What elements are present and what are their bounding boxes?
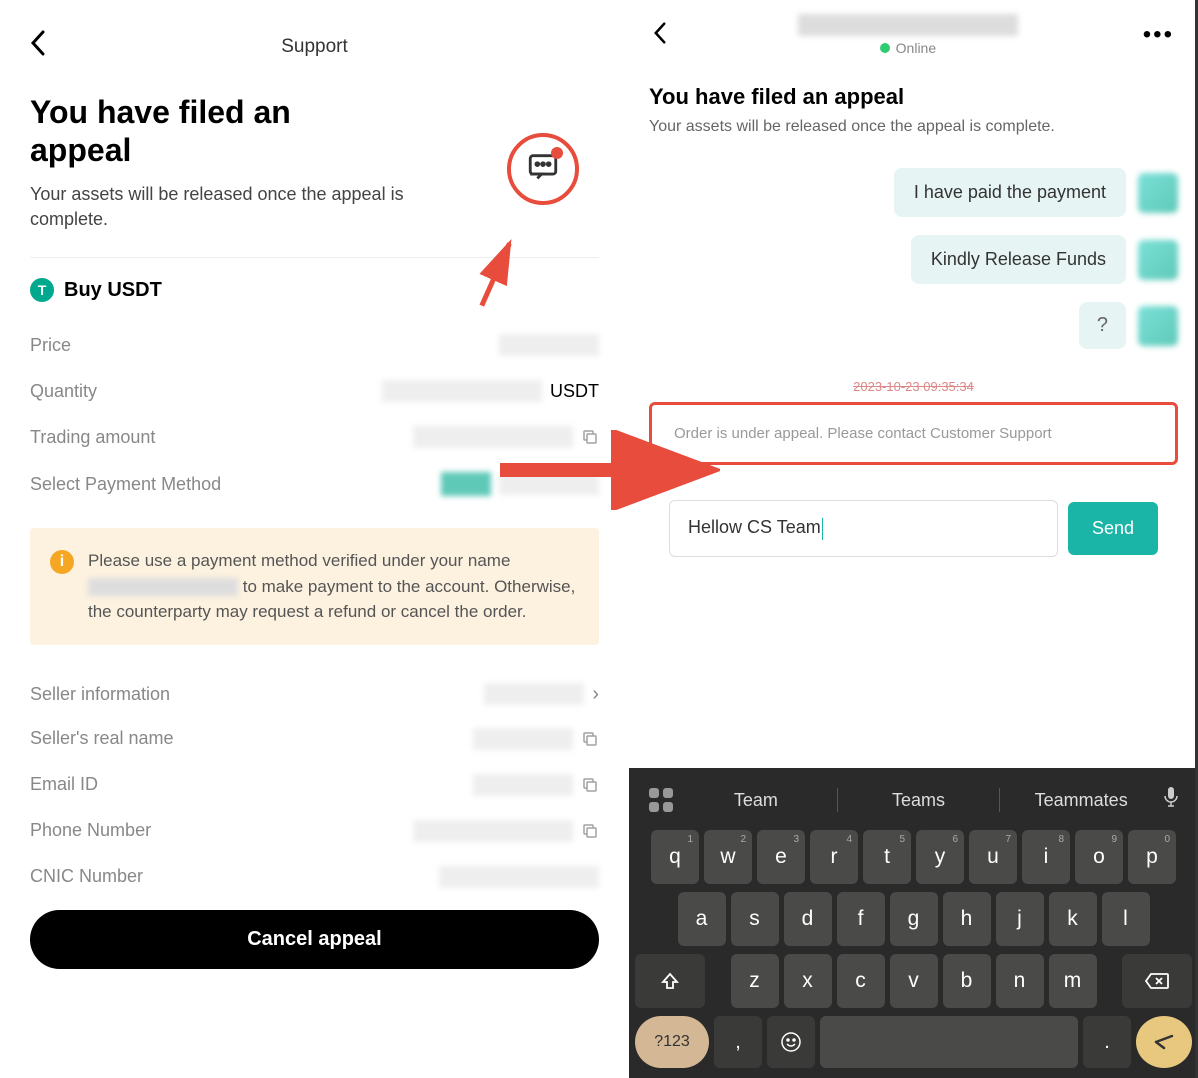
system-message-highlight: Order is under appeal. Please contact Cu… <box>649 402 1178 465</box>
keyboard-grid-icon[interactable] <box>647 786 675 814</box>
chat-back-button[interactable] <box>653 19 673 51</box>
emoji-key[interactable] <box>767 1016 815 1068</box>
payment-notice: i Please use a payment method verified u… <box>30 528 599 645</box>
key-d[interactable]: d <box>784 892 832 946</box>
quantity-unit: USDT <box>550 381 599 402</box>
online-dot-icon <box>880 43 890 53</box>
key-c[interactable]: c <box>837 954 885 1008</box>
price-label: Price <box>30 335 71 356</box>
notice-text: Please use a payment method verified und… <box>88 548 579 625</box>
divider <box>837 788 838 812</box>
key-w[interactable]: w2 <box>704 830 752 884</box>
notice-name-redacted <box>88 578 238 596</box>
key-j[interactable]: j <box>996 892 1044 946</box>
key-m[interactable]: m <box>1049 954 1097 1008</box>
more-options-button[interactable]: ••• <box>1143 21 1174 49</box>
key-u[interactable]: u7 <box>969 830 1017 884</box>
enter-key[interactable] <box>1136 1016 1192 1068</box>
payment-method-redacted-1 <box>441 472 491 496</box>
key-b[interactable]: b <box>943 954 991 1008</box>
avatar-redacted <box>1138 306 1178 346</box>
notification-dot <box>551 147 563 159</box>
phone-label: Phone Number <box>30 820 151 841</box>
appeal-title: You have filed an appeal <box>30 93 380 170</box>
quantity-value-redacted <box>382 380 542 402</box>
divider <box>999 788 1000 812</box>
numeric-key[interactable]: ?123 <box>635 1016 709 1068</box>
space-key[interactable] <box>820 1016 1078 1068</box>
annotation-arrow-small <box>448 227 550 323</box>
email-label: Email ID <box>30 774 98 795</box>
copy-icon[interactable] <box>581 776 599 794</box>
chat-appeal-title: You have filed an appeal <box>649 84 1178 110</box>
period-key[interactable]: . <box>1083 1016 1131 1068</box>
key-v[interactable]: v <box>890 954 938 1008</box>
message-bubble: ? <box>1079 302 1126 349</box>
copy-icon[interactable] <box>581 822 599 840</box>
keyboard-suggestion[interactable]: Teams <box>846 790 992 811</box>
key-n[interactable]: n <box>996 954 1044 1008</box>
chat-icon-highlight-circle <box>507 133 579 205</box>
chevron-right-icon: › <box>592 683 599 706</box>
key-r[interactable]: r4 <box>810 830 858 884</box>
key-g[interactable]: g <box>890 892 938 946</box>
header-title-support[interactable]: Support <box>281 36 348 58</box>
mic-icon[interactable] <box>1162 786 1180 814</box>
shift-key[interactable] <box>635 954 705 1008</box>
trading-amount-label: Trading amount <box>30 427 155 448</box>
key-i[interactable]: i8 <box>1022 830 1070 884</box>
key-l[interactable]: l <box>1102 892 1150 946</box>
chat-appeal-subtitle: Your assets will be released once the ap… <box>649 116 1178 138</box>
key-e[interactable]: e3 <box>757 830 805 884</box>
seller-info-label: Seller information <box>30 684 170 705</box>
comma-key[interactable]: , <box>714 1016 762 1068</box>
appeal-subtitle: Your assets will be released once the ap… <box>30 182 430 232</box>
key-o[interactable]: o9 <box>1075 830 1123 884</box>
token-label: Buy USDT <box>64 279 162 302</box>
email-redacted <box>473 774 573 796</box>
key-h[interactable]: h <box>943 892 991 946</box>
cnic-redacted <box>439 866 599 888</box>
chat-contact-name-redacted <box>798 14 1018 36</box>
seller-info-redacted <box>484 683 584 705</box>
avatar-redacted <box>1138 240 1178 280</box>
send-button[interactable]: Send <box>1068 502 1158 555</box>
virtual-keyboard: Team Teams Teammates q1w2e3r4t5y6u7i8o9p… <box>629 768 1198 1078</box>
avatar-redacted <box>1138 173 1178 213</box>
keyboard-suggestion[interactable]: Team <box>683 790 829 811</box>
key-a[interactable]: a <box>678 892 726 946</box>
annotation-arrow-large <box>490 430 720 515</box>
quantity-label: Quantity <box>30 381 97 402</box>
key-q[interactable]: q1 <box>651 830 699 884</box>
key-p[interactable]: p0 <box>1128 830 1176 884</box>
key-t[interactable]: t5 <box>863 830 911 884</box>
online-status: Online <box>673 40 1143 56</box>
info-icon: i <box>50 550 74 574</box>
seller-info-link[interactable]: › <box>484 683 599 706</box>
seller-real-name-label: Seller's real name <box>30 728 174 749</box>
key-k[interactable]: k <box>1049 892 1097 946</box>
token-badge: T <box>30 278 54 302</box>
key-s[interactable]: s <box>731 892 779 946</box>
key-z[interactable]: z <box>731 954 779 1008</box>
message-bubble: Kindly Release Funds <box>911 235 1126 284</box>
copy-icon[interactable] <box>581 730 599 748</box>
phone-redacted <box>413 820 573 842</box>
key-x[interactable]: x <box>784 954 832 1008</box>
cnic-label: CNIC Number <box>30 866 143 887</box>
system-message-text: Order is under appeal. Please contact Cu… <box>674 423 1153 444</box>
system-timestamp: 2023-10-23 09:35:34 <box>649 379 1178 394</box>
seller-name-redacted <box>473 728 573 750</box>
cancel-appeal-button[interactable]: Cancel appeal <box>30 910 599 969</box>
keyboard-suggestion[interactable]: Teammates <box>1008 790 1154 811</box>
chat-icon[interactable] <box>526 150 560 189</box>
key-f[interactable]: f <box>837 892 885 946</box>
message-input[interactable]: Hellow CS Team <box>669 500 1058 556</box>
key-y[interactable]: y6 <box>916 830 964 884</box>
price-value-redacted <box>499 334 599 356</box>
message-bubble: I have paid the payment <box>894 168 1126 217</box>
backspace-key[interactable] <box>1122 954 1192 1008</box>
payment-method-label: Select Payment Method <box>30 474 221 495</box>
back-button[interactable] <box>30 30 50 63</box>
